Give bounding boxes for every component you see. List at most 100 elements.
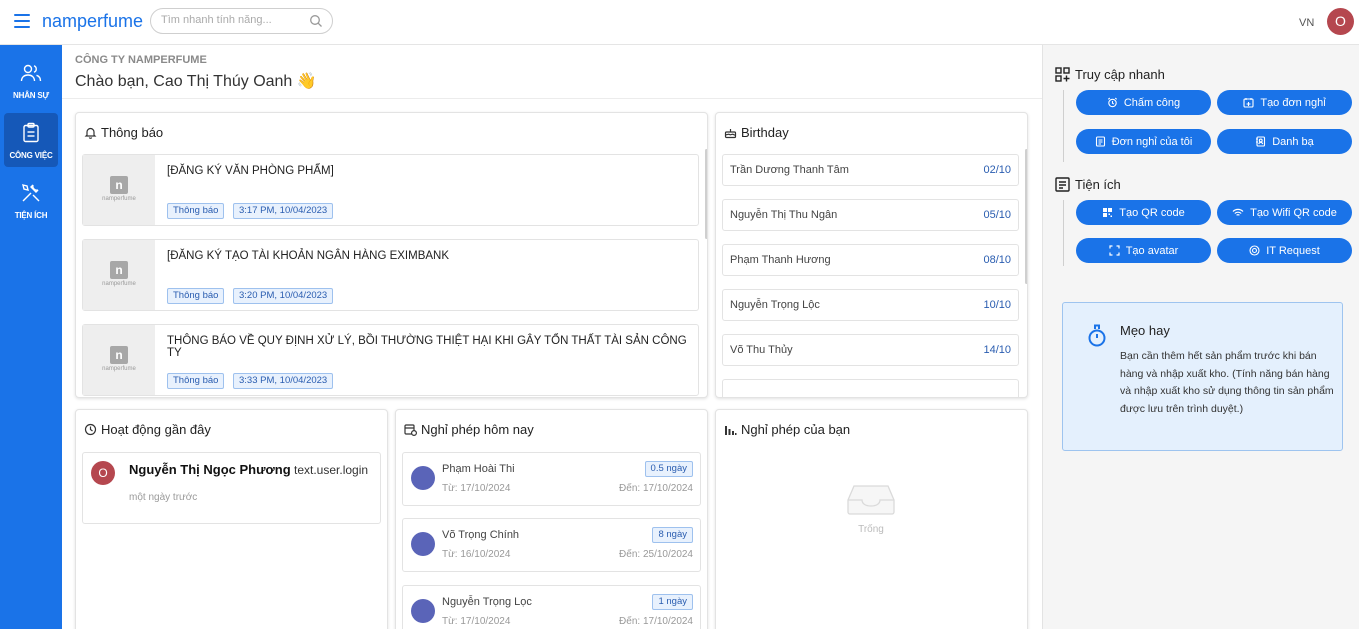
birthday-item[interactable]: Nguyễn Thị Thu Ngân 05/10 [722, 199, 1019, 231]
search-icon[interactable] [309, 14, 323, 28]
utilities-header: Tiện ích [1055, 177, 1121, 192]
grid-plus-icon [1055, 67, 1070, 82]
sidebar-item-label: TIỆN ÍCH [14, 211, 48, 220]
birthday-date: 10/10 [983, 299, 1011, 311]
avatar [411, 532, 435, 556]
thumbnail-caption: namperfume [102, 281, 136, 287]
my-leave-card: Nghỉ phép của bạn Trống [715, 409, 1028, 629]
notification-type-tag: Thông báo [167, 373, 225, 389]
leave-duration-tag: 1 ngày [652, 594, 693, 610]
my-leave-title: Nghỉ phép của bạn [741, 422, 851, 437]
right-panel: Truy cập nhanh Chấm công Tạo đơn nghỉ Đơ… [1042, 45, 1359, 629]
tao-wifi-qr-code-button[interactable]: Tạo Wifi QR code [1217, 200, 1352, 225]
notification-item[interactable]: n namperfume [ĐĂNG KÝ VĂN PHÒNG PHẨM] Thô… [82, 154, 699, 226]
birthday-name: Trần Dương Thanh Tâm [730, 164, 849, 176]
leave-item[interactable]: Võ Trọng Chính 8 ngày Từ: 16/10/2024 Đến… [402, 518, 701, 572]
birthday-name: Nguyễn Trọng Lộc [730, 299, 820, 311]
tao-avatar-label: Tạo avatar [1125, 244, 1179, 257]
it-request-button[interactable]: IT Request [1217, 238, 1352, 263]
divider [62, 98, 1042, 99]
birthday-name: Võ Thu Thủy [730, 344, 793, 356]
clipboard-icon [23, 122, 39, 143]
thumbnail-caption: namperfume [102, 196, 136, 202]
tip-box: Mẹo hay Bạn cần thêm hết sản phẩm trước … [1062, 302, 1343, 451]
sidebar-item-label: NHÂN SỰ [13, 91, 49, 100]
sidebar-item-label: CÔNG VIỆC [9, 151, 53, 160]
thumbnail-caption: namperfume [102, 366, 136, 372]
birthday-title: Birthday [741, 125, 789, 140]
qr-code-icon [1103, 208, 1113, 217]
birthday-item[interactable]: Nguyễn Trọng Lộc 10/10 [722, 289, 1019, 321]
notification-item[interactable]: n namperfume THÔNG BÁO VỀ QUY ĐỊNH XỬ LÝ,… [82, 324, 699, 396]
search-box[interactable] [150, 8, 333, 34]
birthday-scrollbar[interactable] [1025, 149, 1027, 284]
birthday-item[interactable]: Trần Dương Thanh Tâm 02/10 [722, 154, 1019, 186]
tip-title: Mẹo hay [1120, 323, 1170, 338]
birthday-item[interactable]: Võ Thu Thủy 14/10 [722, 334, 1019, 366]
cham-cong-label: Chấm công [1123, 96, 1181, 109]
search-input[interactable] [161, 14, 301, 26]
cham-cong-button[interactable]: Chấm công [1076, 90, 1211, 115]
notification-item[interactable]: n namperfume [ĐĂNG KÝ TẠO TÀI KHOẢN NGÂN … [82, 239, 699, 311]
leave-name: Nguyễn Trọng Lọc [442, 596, 532, 608]
tao-avatar-button[interactable]: Tạo avatar [1076, 238, 1211, 263]
language-switch[interactable]: VN [1299, 17, 1314, 29]
card-title: Birthday [724, 125, 789, 140]
activity-title: Hoạt động gần đây [101, 422, 211, 437]
menu-icon[interactable] [14, 14, 30, 28]
leave-to: Đến: 25/10/2024 [619, 549, 693, 560]
top-bar: namperfume VN O [0, 0, 1359, 45]
tip-body: Bạn cần thêm hết sản phẩm trước khi bán … [1120, 350, 1334, 415]
danh-ba-button[interactable]: Danh bạ [1217, 129, 1352, 154]
tao-don-nghi-label: Tạo đơn nghỉ [1260, 96, 1326, 109]
quick-access-title: Truy cập nhanh [1075, 67, 1165, 82]
leave-name: Phạm Hoài Thi [442, 463, 515, 475]
calendar-clock-icon [404, 424, 417, 436]
sidebar-item-cong-viec[interactable]: CÔNG VIỆC [4, 113, 58, 167]
tao-qr-code-button[interactable]: Tạo QR code [1076, 200, 1211, 225]
notification-thumbnail: n namperfume [83, 155, 155, 225]
brand-logo[interactable]: namperfume [42, 11, 143, 32]
leave-to: Đến: 17/10/2024 [619, 483, 693, 494]
leave-item[interactable]: Phạm Hoài Thi 0.5 ngày Từ: 17/10/2024 Đế… [402, 452, 701, 506]
sidebar-item-nhan-su[interactable]: NHÂN SỰ [4, 53, 58, 107]
don-nghi-cua-toi-button[interactable]: Đơn nghỉ của tôi [1076, 129, 1211, 154]
notification-thumbnail: n namperfume [83, 325, 155, 395]
danh-ba-label: Danh bạ [1272, 135, 1314, 148]
leave-today-title: Nghỉ phép hôm nay [421, 422, 534, 437]
contact-book-icon [1256, 136, 1266, 147]
empty-text: Trống [858, 524, 884, 535]
birthday-date: 02/10 [983, 164, 1011, 176]
leave-from: Từ: 16/10/2024 [442, 549, 511, 560]
activity-item[interactable]: O Nguyễn Thị Ngọc Phương text.user.login… [82, 452, 381, 524]
notification-title: [ĐĂNG KÝ TẠO TÀI KHOẢN NGÂN HÀNG EXIMBAN… [167, 250, 450, 262]
user-avatar[interactable]: O [1327, 8, 1354, 35]
brand-logo-icon: n [110, 261, 128, 279]
birthday-item[interactable] [722, 379, 1019, 397]
notifications-scrollbar[interactable] [705, 149, 707, 239]
notification-thumbnail: n namperfume [83, 240, 155, 310]
signal-bars-icon [725, 426, 737, 435]
notification-type-tag: Thông báo [167, 288, 225, 304]
birthday-name: Nguyễn Thị Thu Ngân [730, 209, 838, 221]
sidebar-item-tien-ich[interactable]: TIỆN ÍCH [4, 173, 58, 227]
leave-item[interactable]: Nguyễn Trọng Lọc 1 ngày Từ: 17/10/2024 Đ… [402, 585, 701, 629]
notification-title: THÔNG BÁO VỀ QUY ĐỊNH XỬ LÝ, BỒI THƯỜNG … [167, 335, 687, 359]
birthday-date: 08/10 [983, 254, 1011, 266]
notification-type-tag: Thông báo [167, 203, 225, 219]
tao-don-nghi-button[interactable]: Tạo đơn nghỉ [1217, 90, 1352, 115]
birthday-card: Birthday Trần Dương Thanh Tâm 02/10 Nguy… [715, 112, 1028, 398]
tao-qr-code-label: Tạo QR code [1119, 206, 1185, 219]
leave-from: Từ: 17/10/2024 [442, 616, 511, 627]
it-request-label: IT Request [1266, 244, 1320, 257]
birthday-item[interactable]: Phạm Thanh Hương 08/10 [722, 244, 1019, 276]
birthday-date: 05/10 [983, 209, 1011, 221]
document-icon [1095, 136, 1105, 147]
greeting: Chào bạn, Cao Thị Thúy Oanh 👋 [75, 73, 317, 90]
lightbulb-icon [1088, 324, 1106, 347]
notifications-card: Thông báo n namperfume [ĐĂNG KÝ VĂN PHÒNG… [75, 112, 708, 398]
bell-icon [84, 127, 97, 139]
birthday-name: Phạm Thanh Hương [730, 254, 831, 266]
empty-inbox-icon [847, 485, 895, 515]
activity-text: Nguyễn Thị Ngọc Phương text.user.login [129, 462, 368, 477]
